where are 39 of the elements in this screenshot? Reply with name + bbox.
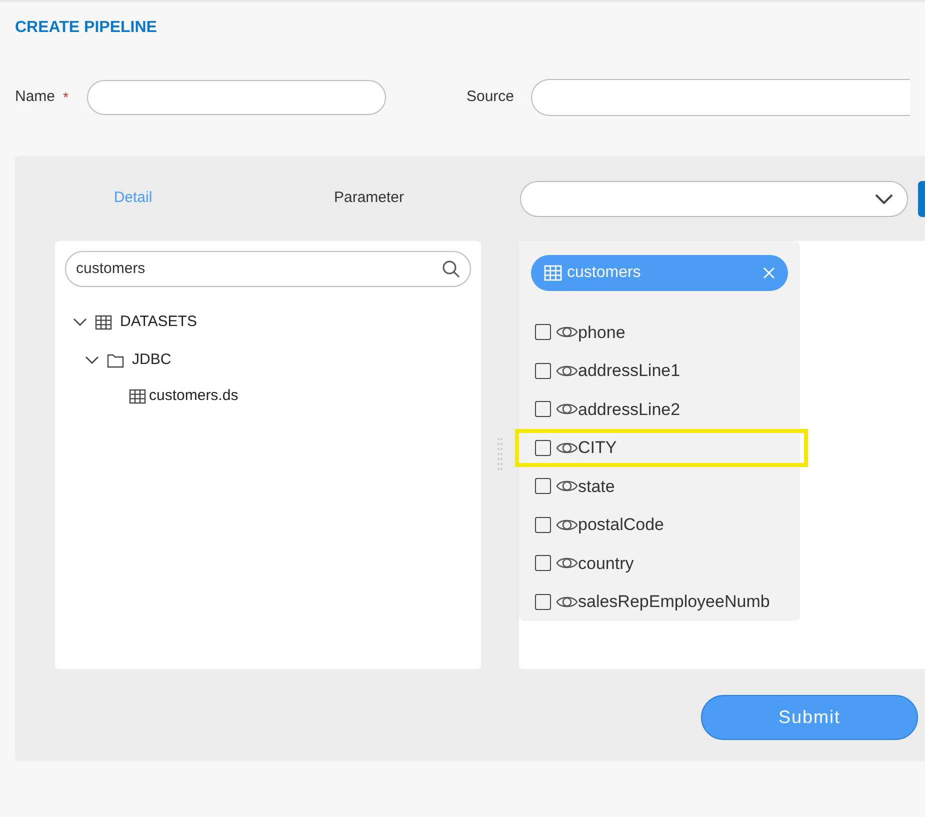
- search-field[interactable]: customers: [65, 251, 471, 287]
- chevron-down-icon[interactable]: [85, 356, 99, 364]
- tree-item[interactable]: JDBC: [132, 348, 172, 372]
- name-field[interactable]: [87, 80, 386, 114]
- checkbox[interactable]: [535, 401, 551, 418]
- tree-item[interactable]: DATASETS: [120, 310, 197, 334]
- field-label: CITY: [578, 437, 617, 459]
- field-label: postalCode: [578, 514, 664, 536]
- field-label: addressLine2: [578, 398, 680, 420]
- checkbox[interactable]: [535, 478, 551, 494]
- checkbox[interactable]: [535, 555, 551, 572]
- field-label: state: [578, 476, 615, 498]
- checkbox[interactable]: [535, 362, 551, 379]
- drag-handle-icon[interactable]: [497, 437, 503, 473]
- search-icon: [442, 260, 460, 278]
- source-field[interactable]: [531, 78, 910, 116]
- page-title: CREATE PIPELINE: [15, 19, 157, 36]
- field-label: country: [578, 552, 634, 574]
- required-mark: *: [63, 88, 68, 106]
- field-label: addressLine1: [578, 360, 680, 382]
- field-label: salesRepEmployeeNumb: [578, 591, 770, 613]
- table-icon: [544, 265, 562, 281]
- checkbox[interactable]: [535, 324, 551, 340]
- chevron-down-icon[interactable]: [73, 318, 87, 326]
- close-icon[interactable]: [763, 267, 775, 279]
- folder-icon: [107, 352, 124, 368]
- table-icon: [129, 388, 146, 404]
- dropdown-field[interactable]: [520, 180, 908, 216]
- chevron-down-icon: [875, 194, 893, 204]
- checkbox[interactable]: [535, 516, 551, 533]
- checkbox[interactable]: [535, 594, 551, 610]
- name-label: Name: [15, 86, 56, 107]
- checkbox[interactable]: [535, 440, 551, 456]
- tab[interactable]: Parameter: [251, 187, 487, 210]
- action-button[interactable]: [918, 180, 925, 216]
- table-icon: [95, 314, 112, 330]
- field-label: phone: [578, 322, 626, 344]
- tree-item[interactable]: customers.ds: [149, 384, 238, 408]
- source-label: Source: [466, 86, 514, 107]
